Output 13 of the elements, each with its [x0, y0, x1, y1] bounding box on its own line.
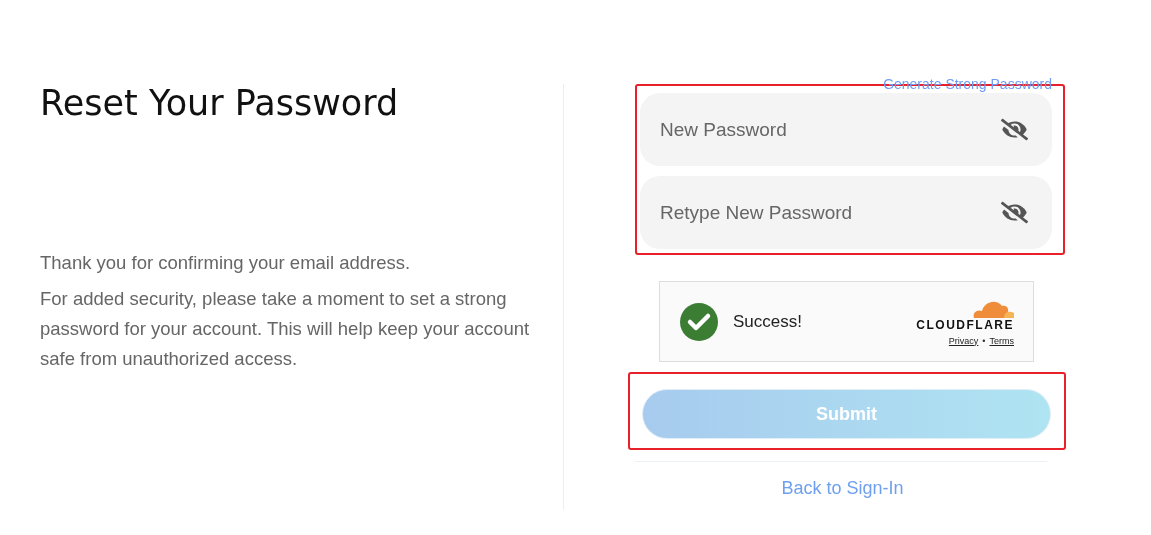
paragraph: Thank you for confirming your email address.: [40, 251, 412, 275]
captcha-status: Success!: [733, 311, 803, 332]
eye-slash-icon[interactable]: [1001, 116, 1028, 143]
eye-slash-icon[interactable]: [1001, 199, 1028, 226]
separator: •: [982, 335, 986, 346]
password-field[interactable]: Retype New Password: [640, 176, 1052, 249]
privacy-link[interactable]: Privacy: [948, 335, 979, 346]
paragraph: For added security, please take a moment to set a strong password for your account. This will help keep your account safe from unauthorized access.: [40, 287, 530, 371]
password-field[interactable]: New Password: [640, 93, 1052, 166]
terms-link[interactable]: Terms: [989, 335, 1014, 346]
page-title: Reset Your Password: [40, 84, 400, 122]
back-to-sign-in-link[interactable]: Back to Sign-In: [781, 478, 904, 499]
brand-name: CLOUDFLARE: [916, 317, 1014, 332]
